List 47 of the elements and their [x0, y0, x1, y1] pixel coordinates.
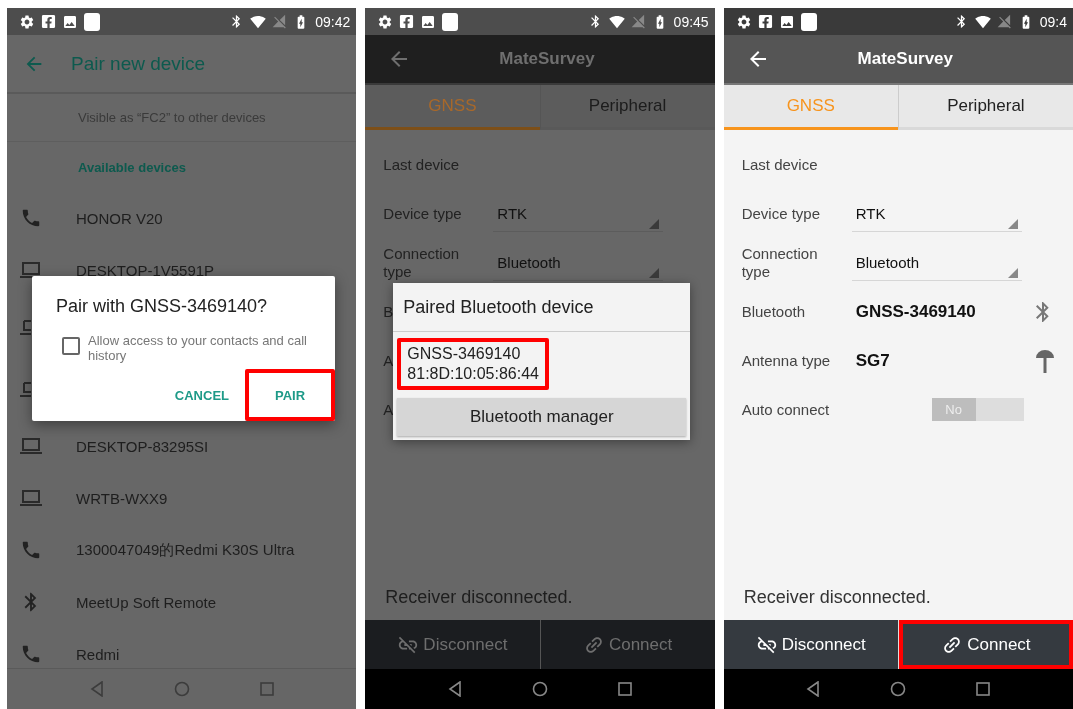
device-name[interactable]: 1300047049的Redmi K30S Ultra [76, 540, 295, 560]
dropdown-field[interactable]: RTK [851, 195, 1022, 232]
section-heading: Available devices [77, 158, 187, 177]
clock-time: 09:4 [1039, 13, 1067, 30]
app-title: MateSurvey [499, 49, 595, 69]
tab[interactable]: Peripheral [897, 85, 1073, 130]
device-name[interactable]: DESKTOP-83295SI [76, 437, 209, 455]
field-label: A [383, 400, 394, 418]
field-label: Antenna type [741, 351, 831, 369]
field-label: Bluetooth [741, 302, 806, 320]
action-button[interactable]: Connect [898, 620, 1073, 669]
device-name[interactable]: Redmi [76, 645, 120, 663]
app-title: MateSurvey [857, 49, 954, 69]
bluetooth-device-value: GNSS-3469140 [854, 301, 977, 322]
dropdown-field[interactable]: Bluetooth [493, 244, 664, 281]
bluetooth-manager-button[interactable]: Bluetooth manager [397, 398, 687, 436]
screen-title: Pair new device [71, 52, 206, 75]
field-label: Connection type [383, 244, 460, 280]
field-label: B [383, 302, 394, 320]
device-name[interactable]: MeetUp Soft Remote [76, 593, 217, 611]
dialog-button[interactable]: PAIR [245, 369, 335, 421]
device-name[interactable]: DESKTOP-1V5591P [76, 261, 215, 279]
field-label: Auto connect [741, 400, 830, 418]
status-message: Receiver disconnected. [742, 587, 932, 609]
clock-time: 09:42 [315, 13, 351, 30]
action-button[interactable]: Connect [540, 620, 715, 669]
clock-time: 09:45 [673, 13, 709, 30]
field-label: Connection type [741, 244, 818, 280]
checkbox-label: Allow access to your contacts and call history [88, 333, 308, 363]
status-message: Receiver disconnected. [384, 587, 574, 609]
device-name[interactable]: HONOR V20 [76, 209, 163, 227]
dropdown-field[interactable]: RTK [493, 195, 664, 232]
action-button[interactable]: Disconnect [365, 620, 540, 669]
antenna-type-value: SG7 [854, 350, 891, 371]
action-button[interactable]: Disconnect [723, 620, 898, 669]
field-label: Last device [383, 155, 460, 173]
tab[interactable]: Peripheral [539, 85, 715, 130]
tab[interactable]: GNSS [723, 85, 898, 130]
dropdown-field[interactable]: Bluetooth [851, 244, 1022, 281]
paired-device-item[interactable]: GNSS-3469140 81:8D:10:05:86:44 [397, 338, 549, 390]
field-label: Last device [741, 155, 818, 173]
field-label: A [383, 351, 394, 369]
device-name[interactable]: WRTB-WXX9 [76, 489, 168, 507]
dialog-title: Paired Bluetooth device [393, 283, 691, 332]
field-label: Device type [383, 204, 462, 222]
dialog-title: Pair with GNSS-3469140? [55, 296, 269, 317]
field-label: Device type [741, 204, 821, 222]
